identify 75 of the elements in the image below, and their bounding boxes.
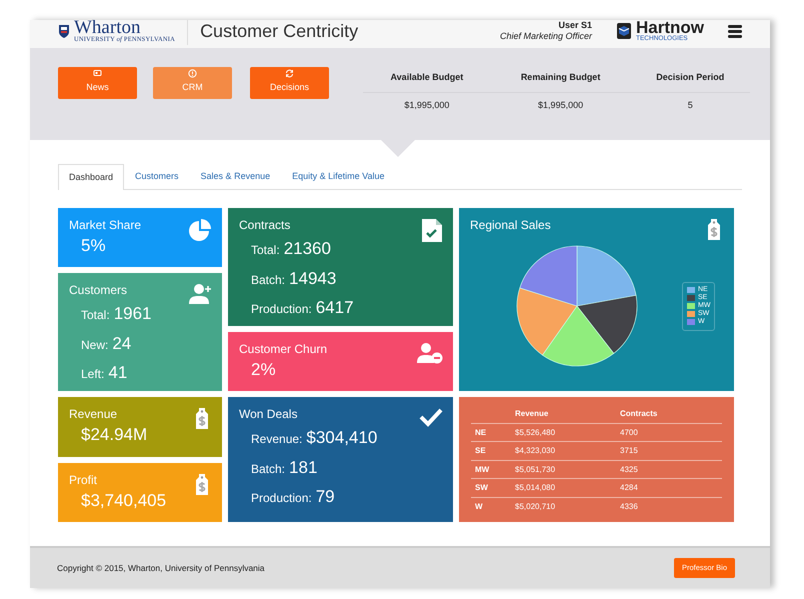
info-icon — [188, 69, 197, 78]
budget-header: Decision Period — [630, 67, 750, 92]
tile-title: Regional Sales — [470, 218, 552, 232]
user-role: Chief Marketing Officer — [500, 31, 592, 42]
company-name: Hartnow — [636, 20, 704, 36]
tile-value: $24.94M — [81, 425, 148, 446]
tab[interactable]: Sales & Revenue — [190, 164, 282, 189]
metric-label: Production: — [251, 490, 312, 508]
table-cell: 3715 — [616, 442, 722, 460]
table-cell: W — [471, 497, 511, 516]
pie-chart-icon — [188, 218, 212, 242]
metric-value: 24 — [112, 332, 132, 355]
table-cell: 4700 — [616, 423, 722, 442]
table-cell: $5,051,730 — [511, 460, 616, 479]
school-name: Wharton — [74, 20, 140, 38]
column-header: Contracts — [616, 401, 722, 424]
shield-icon — [58, 24, 70, 38]
tab[interactable]: Equity & Lifetime Value — [281, 164, 396, 189]
tile-title: Revenue — [69, 407, 118, 422]
table-cell: 4284 — [616, 478, 722, 498]
table-cell: NE — [471, 423, 511, 442]
budget-header: Remaining Budget — [490, 67, 630, 92]
table-cell: $4,323,030 — [511, 442, 616, 460]
table-cell: 4336 — [616, 497, 722, 516]
budget-header: Available Budget — [363, 67, 491, 92]
tile-title: Market Share — [69, 218, 142, 232]
budget-value: 5 — [630, 92, 750, 118]
metric-value: $304,410 — [306, 427, 378, 450]
metric-label: Total: — [81, 307, 110, 324]
table-cell: $5,014,080 — [511, 478, 616, 498]
tile-title: Won Deals — [239, 407, 298, 422]
table-cell: $5,020,710 — [511, 497, 616, 516]
user-name: User S1 — [557, 20, 592, 31]
card-icon — [93, 69, 102, 78]
tile-value: $3,740,405 — [81, 491, 168, 512]
column-header: Revenue — [511, 401, 616, 424]
table-cell: SE — [471, 442, 511, 460]
refresh-icon — [285, 69, 294, 78]
metric-label: New: — [81, 336, 108, 354]
menu-icon[interactable] — [728, 24, 742, 38]
action-button[interactable]: Decisions — [250, 67, 329, 99]
budget-value: $1,995,000 — [490, 92, 630, 118]
metric-value: 41 — [108, 362, 128, 384]
tile-title: Customer Churn — [239, 342, 328, 356]
metric-label: Batch: — [251, 460, 286, 478]
metric-value: 21360 — [284, 238, 331, 260]
metric-label: Left: — [81, 366, 104, 384]
tab[interactable]: Customers — [124, 164, 190, 189]
tile-title: Customers — [69, 283, 128, 298]
metric-label: Production: — [251, 301, 312, 318]
checkmark-icon — [419, 407, 443, 427]
document-check-icon — [421, 218, 443, 243]
metric-label: Batch: — [251, 272, 286, 289]
metric-label: Revenue: — [251, 431, 302, 448]
tile-title: Contracts — [239, 218, 292, 232]
table-cell: 4325 — [616, 460, 722, 479]
app-title: Customer Centricity — [187, 20, 358, 44]
table-cell: SW — [471, 478, 511, 498]
metric-label: Total: — [251, 242, 280, 260]
person-icon — [188, 283, 212, 305]
metric-value: 79 — [316, 486, 335, 508]
table-cell: MW — [471, 460, 511, 479]
tile-title: Profit — [69, 473, 98, 488]
metric-value: 14943 — [289, 268, 336, 290]
budget-value: $1,995,000 — [363, 92, 491, 118]
tab[interactable]: Dashboard — [58, 164, 124, 190]
tile-value: 5% — [81, 236, 107, 257]
tile-value: 2% — [251, 360, 277, 381]
metric-value: 1961 — [114, 303, 152, 326]
table-cell: $5,526,480 — [511, 423, 616, 442]
metric-value: 6417 — [316, 297, 354, 320]
action-button[interactable]: News — [58, 67, 137, 99]
metric-value: 181 — [289, 456, 318, 479]
person-minus-icon — [417, 342, 443, 364]
copyright-text: Copyright © 2015, Wharton, University of Pennsylvania — [57, 562, 265, 574]
